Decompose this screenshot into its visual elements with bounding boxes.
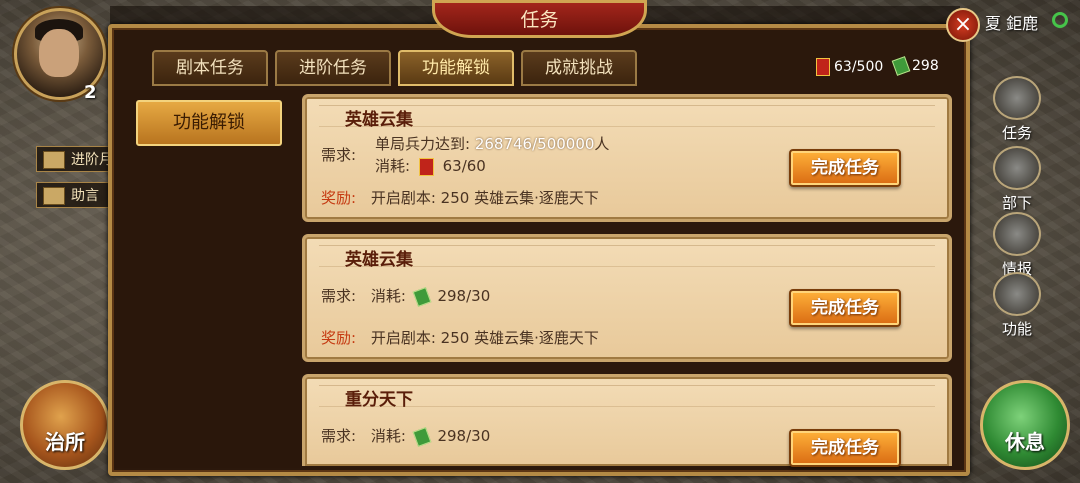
sidebar-item-function-unlock[interactable]: 功能解锁 (136, 100, 282, 146)
task-card: 重分天下 需求: 消耗: 298/30 完成任务 (302, 374, 952, 467)
requirement-label: 需求: (321, 146, 357, 164)
cost-label: 消耗: (370, 427, 406, 445)
tab-function-unlock[interactable]: 功能解锁 (398, 50, 514, 86)
tab-script-tasks[interactable]: 剧本任务 (152, 50, 268, 86)
green-jade-count: 298 (912, 58, 939, 74)
side-chip-label: 助言 (71, 188, 99, 204)
requirement-label-row: 需求: (321, 144, 356, 165)
task-title: 英雄云集 (345, 110, 413, 130)
cost-value: 298/30 (437, 427, 491, 445)
intel-icon (993, 212, 1041, 256)
scroll-icon (43, 151, 65, 169)
task-card: 英雄云集 单局兵力达到: 268746/500000人 需求: 消耗: 63/6… (302, 94, 952, 222)
cost-line: 消耗: 63/60 (375, 155, 486, 176)
green-jade-icon (412, 286, 432, 307)
cost-label: 消耗: (375, 157, 411, 175)
panel-sidebar (114, 90, 300, 468)
task-title: 英雄云集 (345, 250, 413, 270)
rest-button[interactable]: 休息 (980, 380, 1070, 470)
task-title: 重分天下 (345, 390, 413, 410)
player-level: 2 (84, 82, 97, 103)
task-card: 英雄云集 需求: 消耗: 298/30 奖励: 开启剧本: 250 英雄云集·逐… (302, 234, 952, 362)
gear-icon (993, 272, 1041, 316)
reward-line: 奖励: 开启剧本: 250 英雄云集·逐鹿天下 (321, 327, 599, 348)
cost-label: 消耗: (370, 287, 406, 305)
complete-task-button[interactable]: 完成任务 (789, 429, 901, 467)
tab-advanced-tasks[interactable]: 进阶任务 (275, 50, 391, 86)
menu-label: 部下 (1001, 194, 1032, 212)
requirement-text: 单局兵力达到: (375, 135, 471, 153)
reward-label: 奖励: (321, 329, 357, 347)
requirement-unit: 人 (594, 135, 610, 153)
menu-function-button[interactable]: 功能 (990, 272, 1044, 338)
signal-icon (1052, 12, 1068, 28)
reward-text: 开启剧本: 250 英雄云集·逐鹿天下 (370, 329, 599, 347)
cost-value: 63/60 (442, 157, 486, 175)
green-jade-resource: 298 (891, 56, 939, 76)
red-token-icon (816, 58, 830, 76)
cost-value: 298/30 (437, 287, 491, 305)
close-button[interactable]: × (946, 8, 980, 42)
side-chip-advance[interactable]: 进阶月 (36, 146, 116, 172)
red-token-count: 63/500 (834, 59, 884, 75)
location-label: 夏 鉅鹿 (985, 14, 1039, 33)
avatar-face (39, 29, 79, 77)
rest-label: 休息 (1005, 429, 1045, 454)
menu-task-button[interactable]: 任务 (990, 76, 1044, 142)
red-token-resource: 63/500 (816, 58, 883, 76)
complete-task-button[interactable]: 完成任务 (789, 149, 901, 187)
tab-achievement[interactable]: 成就挑战 (521, 50, 637, 86)
panel-title: 任务 (432, 0, 647, 38)
complete-task-button[interactable]: 完成任务 (789, 289, 901, 327)
subordinate-icon (993, 146, 1041, 190)
menu-subordinate-button[interactable]: 部下 (990, 146, 1044, 212)
side-chip-label: 进阶月 (71, 152, 113, 168)
requirement-value: 268746/500000 (474, 135, 595, 153)
requirement-line: 单局兵力达到: 268746/500000人 (375, 133, 609, 154)
red-token-icon (418, 157, 434, 176)
governance-label: 治所 (45, 429, 85, 454)
requirement-cost-line: 需求: 消耗: 298/30 (321, 425, 491, 447)
side-chip-helper[interactable]: 助言 (36, 182, 116, 208)
task-scroll-icon (993, 76, 1041, 120)
reward-text: 开启剧本: 250 英雄云集·逐鹿天下 (370, 189, 599, 207)
requirement-label: 需求: (321, 427, 357, 445)
reward-line: 奖励: 开启剧本: 250 英雄云集·逐鹿天下 (321, 187, 599, 208)
menu-label: 任务 (1001, 124, 1032, 142)
green-jade-icon (891, 56, 911, 76)
reward-label: 奖励: (321, 189, 357, 207)
book-icon (43, 187, 65, 205)
menu-label: 功能 (1001, 320, 1032, 338)
menu-intel-button[interactable]: 情报 (990, 212, 1044, 278)
requirement-cost-line: 需求: 消耗: 298/30 (321, 285, 491, 307)
requirement-label: 需求: (321, 287, 357, 305)
governance-button[interactable]: 治所 (20, 380, 110, 470)
green-jade-icon (412, 426, 432, 447)
